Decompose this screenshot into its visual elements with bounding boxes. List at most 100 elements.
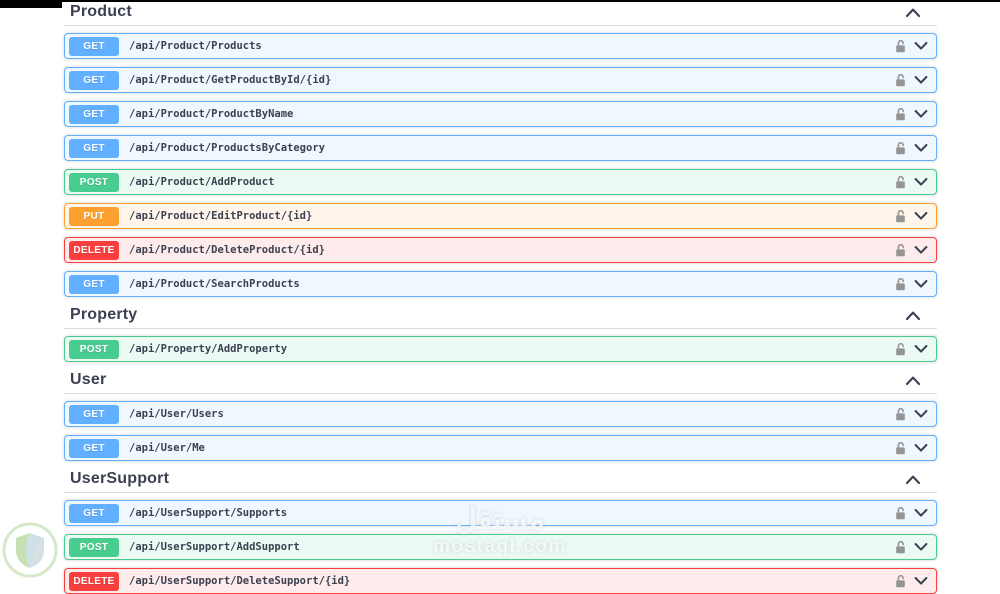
unlock-icon[interactable] [895,209,906,223]
section-title: UserSupport [70,470,170,487]
chevron-down-icon[interactable] [914,42,928,50]
endpoint-path: /api/Property/AddProperty [129,343,288,355]
chevron-down-icon[interactable] [914,246,928,254]
chevron-down-icon[interactable] [914,76,928,84]
row-controls [895,141,936,155]
chevron-up-icon[interactable] [905,8,921,17]
row-controls [895,73,936,87]
endpoint-row[interactable]: POST /api/UserSupport/AddSupport [64,534,937,560]
chevron-down-icon[interactable] [914,345,928,353]
endpoint-path: /api/User/Me [129,442,205,454]
section-endpoints: GET /api/User/Users GET /api/User/Me [64,394,937,461]
endpoint-path: /api/UserSupport/DeleteSupport/{id} [129,575,351,587]
endpoint-row[interactable]: DELETE /api/UserSupport/DeleteSupport/{i… [64,568,937,594]
api-section: UserSupport GET /api/UserSupport/Support… [64,469,937,594]
row-controls [895,175,936,189]
method-badge: DELETE [69,240,119,260]
chevron-down-icon[interactable] [914,543,928,551]
endpoint-row[interactable]: POST /api/Property/AddProperty [64,336,937,362]
chevron-down-icon[interactable] [914,280,928,288]
chevron-down-icon[interactable] [914,212,928,220]
row-controls [895,574,936,588]
method-badge: GET [69,138,119,158]
section-title: Property [70,306,138,323]
method-badge: GET [69,36,119,56]
row-controls [895,342,936,356]
unlock-icon[interactable] [895,243,906,257]
row-controls [895,39,936,53]
endpoint-path: /api/Product/DeleteProduct/{id} [129,244,325,256]
endpoint-row[interactable]: GET /api/Product/ProductsByCategory [64,135,937,161]
endpoint-path: /api/Product/SearchProducts [129,278,300,290]
unlock-icon[interactable] [895,175,906,189]
section-title: User [70,371,107,388]
method-badge: GET [69,104,119,124]
chevron-down-icon[interactable] [914,444,928,452]
method-badge: POST [69,172,119,192]
row-controls [895,506,936,520]
row-controls [895,209,936,223]
endpoint-path: /api/Product/Products [129,40,262,52]
row-controls [895,107,936,121]
unlock-icon[interactable] [895,277,906,291]
chevron-down-icon[interactable] [914,410,928,418]
method-badge: POST [69,339,119,359]
endpoint-row[interactable]: GET /api/Product/GetProductById/{id} [64,67,937,93]
endpoint-row[interactable]: GET /api/Product/ProductByName [64,101,937,127]
method-badge: POST [69,537,119,557]
endpoint-row[interactable]: GET /api/Product/SearchProducts [64,271,937,297]
endpoint-row[interactable]: POST /api/Product/AddProduct [64,169,937,195]
method-badge: GET [69,503,119,523]
unlock-icon[interactable] [895,540,906,554]
method-badge: GET [69,438,119,458]
screen-edge-bar-top [0,0,1000,2]
section-endpoints: GET /api/Product/Products GET /api/Produ… [64,26,937,297]
chevron-down-icon[interactable] [914,178,928,186]
unlock-icon[interactable] [895,73,906,87]
unlock-icon[interactable] [895,441,906,455]
section-header-property[interactable]: Property [64,305,937,329]
section-endpoints: POST /api/Property/AddProperty [64,329,937,362]
row-controls [895,407,936,421]
method-badge: GET [69,70,119,90]
row-controls [895,540,936,554]
chevron-down-icon[interactable] [914,509,928,517]
endpoint-path: /api/Product/EditProduct/{id} [129,210,313,222]
chevron-down-icon[interactable] [914,110,928,118]
unlock-icon[interactable] [895,141,906,155]
row-controls [895,243,936,257]
screen-edge-bar-corner [0,0,62,8]
unlock-icon[interactable] [895,342,906,356]
unlock-icon[interactable] [895,407,906,421]
endpoint-row[interactable]: GET /api/UserSupport/Supports [64,500,937,526]
api-section: Property POST /api/Property/AddProperty [64,305,937,362]
section-header-product[interactable]: Product [64,2,937,26]
chevron-up-icon[interactable] [905,311,921,320]
method-badge: PUT [69,206,119,226]
method-badge: DELETE [69,571,119,591]
sections-container: Product GET /api/Product/Products GET /a… [64,2,937,594]
chevron-down-icon[interactable] [914,144,928,152]
method-badge: GET [69,274,119,294]
section-title: Product [70,3,132,20]
section-header-user[interactable]: User [64,370,937,394]
chevron-down-icon[interactable] [914,577,928,585]
unlock-icon[interactable] [895,107,906,121]
section-header-usersupport[interactable]: UserSupport [64,469,937,493]
unlock-icon[interactable] [895,39,906,53]
endpoint-path: /api/UserSupport/AddSupport [129,541,300,553]
endpoint-path: /api/User/Users [129,408,224,420]
endpoint-row[interactable]: GET /api/Product/Products [64,33,937,59]
unlock-icon[interactable] [895,574,906,588]
chevron-up-icon[interactable] [905,376,921,385]
endpoint-row[interactable]: GET /api/User/Me [64,435,937,461]
api-section: Product GET /api/Product/Products GET /a… [64,2,937,297]
endpoint-row[interactable]: PUT /api/Product/EditProduct/{id} [64,203,937,229]
unlock-icon[interactable] [895,506,906,520]
endpoint-path: /api/Product/AddProduct [129,176,275,188]
section-endpoints: GET /api/UserSupport/Supports POST /api/… [64,493,937,594]
endpoint-row[interactable]: DELETE /api/Product/DeleteProduct/{id} [64,237,937,263]
endpoint-path: /api/Product/ProductsByCategory [129,142,325,154]
chevron-up-icon[interactable] [905,475,921,484]
endpoint-row[interactable]: GET /api/User/Users [64,401,937,427]
